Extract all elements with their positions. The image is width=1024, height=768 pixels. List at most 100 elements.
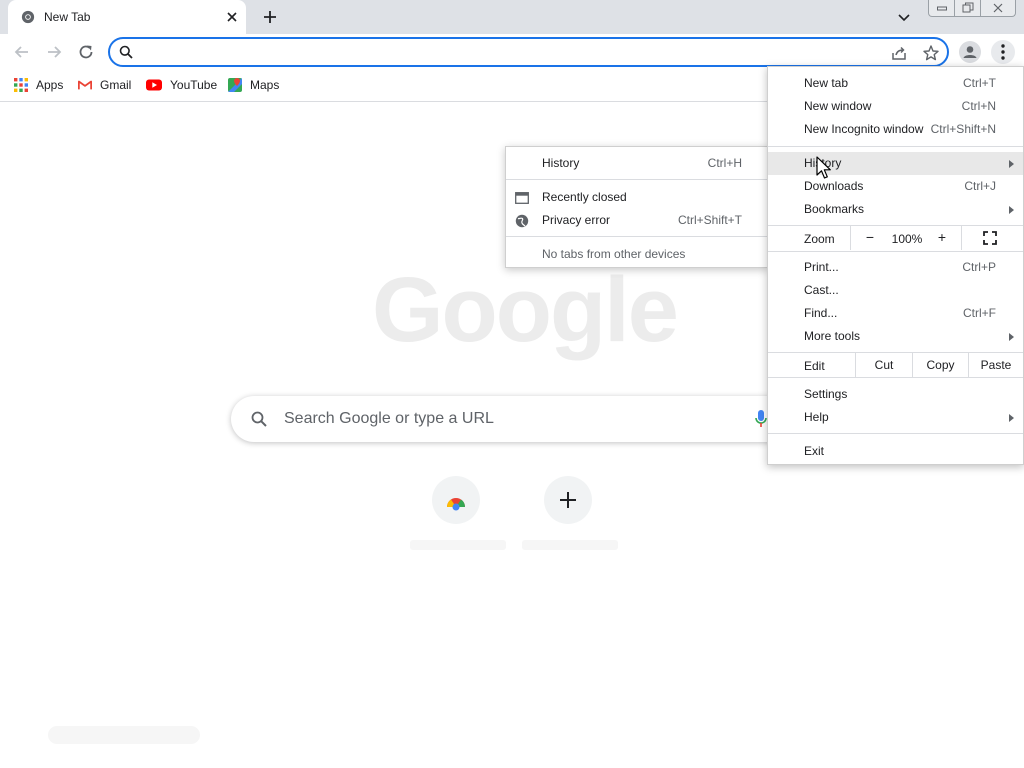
shortcut-tile[interactable] [432,476,480,524]
menu-separator [768,146,1023,147]
back-arrow-icon[interactable] [12,42,32,62]
shortcut-label-placeholder [522,540,618,550]
address-bar[interactable] [108,37,949,67]
zoom-level: 100% [891,232,923,246]
add-shortcut-button[interactable] [544,476,592,524]
tab-new-tab[interactable]: New Tab [8,0,246,34]
plus-icon [560,492,576,508]
menu-new-tab[interactable]: New tab Ctrl+T [768,72,1023,95]
address-input[interactable] [140,43,880,61]
zoom-out-button[interactable]: − [860,227,880,247]
bookmark-label: Gmail [100,78,132,92]
shortcut-text: Ctrl+H [707,156,742,170]
zoom-in-button[interactable]: + [932,227,952,247]
new-tab-plus-icon[interactable] [260,7,280,27]
bookmark-label: Apps [36,78,64,92]
globe-icon [515,214,529,228]
shortcut-text: Ctrl+N [961,99,996,113]
menu-separator [768,433,1023,434]
menu-downloads[interactable]: Downloads Ctrl+J [768,175,1023,198]
menu-item-label: Print... [804,260,839,274]
menu-item-label: Bookmarks [804,202,865,216]
menu-separator [768,377,1023,378]
menu-item-label: More tools [804,329,861,343]
menu-item-label: Downloads [804,179,864,193]
menu-find[interactable]: Find... Ctrl+F [768,302,1023,325]
menu-separator [768,251,1023,252]
shortcut-text: Ctrl+T [963,76,996,90]
browser-toolbar [0,34,1024,70]
bookmark-youtube[interactable]: YouTube [146,76,217,94]
menu-new-window[interactable]: New window Ctrl+N [768,95,1023,118]
menu-item-label: Find... [804,306,838,320]
menu-item-label: Exit [804,444,825,458]
bookmark-star-icon[interactable] [922,44,940,62]
menu-separator [506,179,768,180]
menu-item-label: Settings [804,387,848,401]
menu-item-label: New window [804,99,872,113]
forward-arrow-icon[interactable] [44,42,64,62]
ntp-search-box[interactable]: Search Google or type a URL [231,396,791,442]
menu-edit-row: Edit Cut Copy Paste [768,353,1023,377]
microphone-icon[interactable] [755,410,767,428]
restore-button[interactable] [954,0,982,17]
copy-button[interactable]: Copy [912,353,968,377]
submenu-recently-closed: Recently closed [506,186,768,208]
reload-icon[interactable] [76,42,96,62]
shortcut-text: Ctrl+Shift+T [677,213,742,227]
menu-item-label: New Incognito window [804,122,924,136]
chrome-icon [21,10,35,24]
menu-more-tools[interactable]: More tools [768,325,1023,348]
close-window-icon [993,3,1003,13]
chrome-menu-button[interactable] [991,40,1015,64]
shortcut-text: Ctrl+F [963,306,996,320]
paste-button[interactable]: Paste [968,353,1023,377]
menu-settings[interactable]: Settings [768,383,1023,406]
menu-history[interactable]: History [768,152,1023,175]
menu-help[interactable]: Help [768,406,1023,429]
customize-chrome-button[interactable] [48,726,200,744]
submenu-item-label: No tabs from other devices [542,247,686,261]
submenu-item-label: Recently closed [542,190,627,204]
menu-new-incognito-window[interactable]: New Incognito window Ctrl+Shift+N [768,118,1023,141]
shortcut-favicon-icon [447,498,465,511]
chrome-main-menu: New tab Ctrl+T New window Ctrl+N New Inc… [767,66,1024,465]
bookmark-maps[interactable]: Maps [228,76,279,94]
tab-search-chevron-icon[interactable] [896,9,912,25]
window-icon [515,192,529,204]
share-icon[interactable] [890,44,908,62]
shortcut-text: Ctrl+P [962,260,996,274]
submenu-history[interactable]: History Ctrl+H [506,152,768,174]
menu-print[interactable]: Print... Ctrl+P [768,256,1023,279]
profile-button[interactable] [959,41,981,63]
zoom-divider [961,226,962,250]
zoom-divider [850,226,851,250]
profile-avatar-icon [963,46,977,58]
cut-button[interactable]: Cut [855,353,912,377]
gmail-icon [78,80,92,90]
fullscreen-icon[interactable] [983,231,997,245]
close-window-button[interactable] [980,0,1016,17]
submenu-arrow-icon [1009,206,1014,214]
submenu-arrow-icon [1009,160,1014,168]
search-icon [251,411,267,427]
bookmark-gmail[interactable]: Gmail [78,76,131,94]
menu-exit[interactable]: Exit [768,440,1023,463]
menu-zoom-row: Zoom − 100% + [768,226,1023,250]
restore-icon [962,2,974,13]
menu-cast[interactable]: Cast... [768,279,1023,302]
mouse-cursor-icon [816,156,831,179]
tab-title: New Tab [44,10,91,24]
minimize-button[interactable] [928,0,956,17]
bookmark-apps[interactable]: Apps [14,76,63,94]
submenu-item-label: History [542,156,580,170]
submenu-privacy-error[interactable]: Privacy error Ctrl+Shift+T [506,209,768,231]
submenu-arrow-icon [1009,333,1014,341]
close-tab-icon[interactable] [224,9,240,25]
menu-bookmarks[interactable]: Bookmarks [768,198,1023,221]
bookmark-label: Maps [250,78,280,92]
maps-icon [228,78,242,92]
tab-strip: New Tab [0,0,1024,34]
bookmark-label: YouTube [170,78,218,92]
three-dots-vertical-icon [1001,44,1005,60]
